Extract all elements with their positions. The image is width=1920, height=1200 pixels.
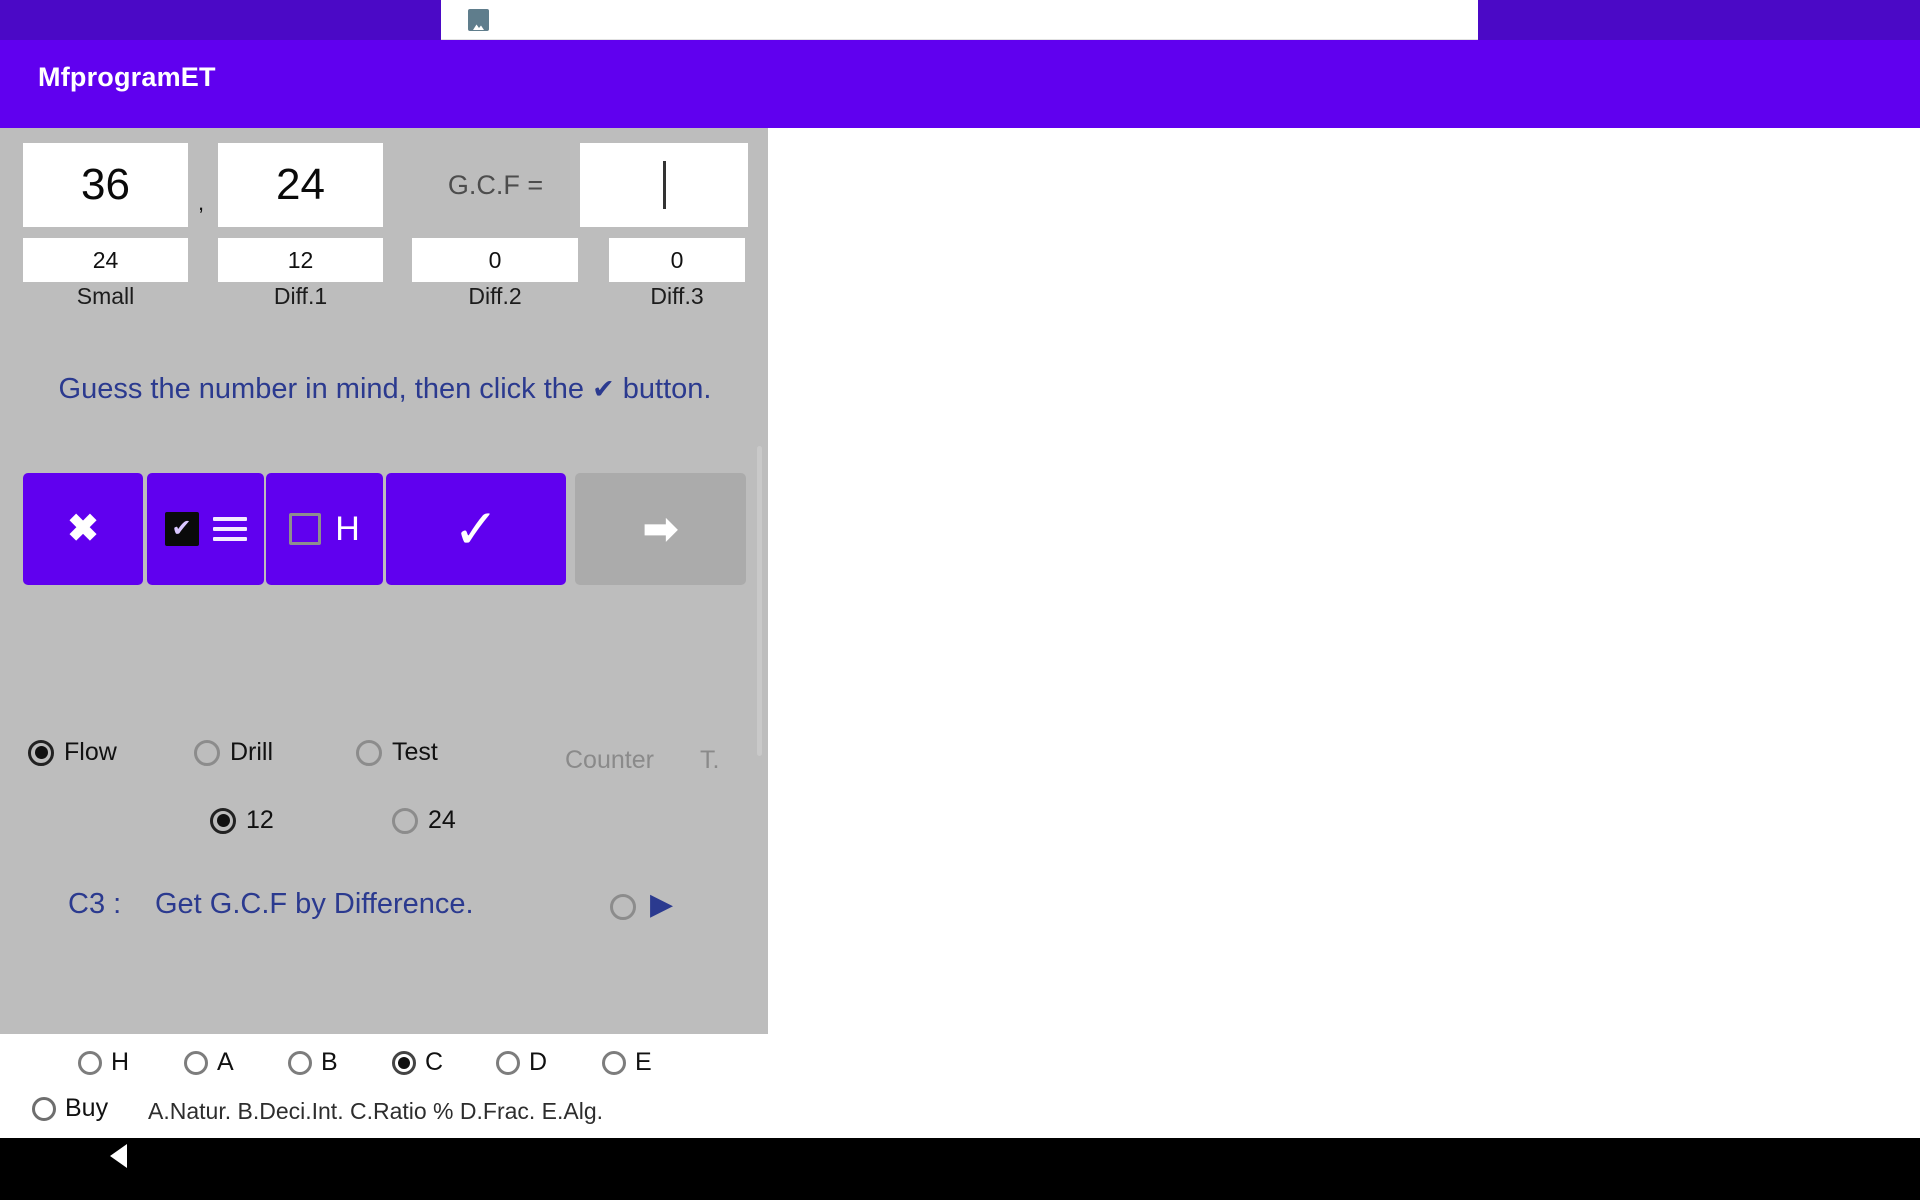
radio-indicator (288, 1050, 312, 1075)
android-system-bar: N (0, 1138, 1920, 1200)
label-diff1: Diff.1 (273, 283, 328, 309)
number-a-input[interactable]: 36 (23, 143, 188, 227)
image-icon (468, 9, 489, 31)
radio-indicator (28, 739, 54, 766)
radio-flow-label: Flow (64, 738, 117, 766)
count-radio-group: 12 24 (0, 806, 768, 850)
mode-radio-group: Flow Drill Test Counter T. (0, 738, 768, 782)
category-a-label: A (217, 1048, 234, 1076)
counter-t-label: T. (700, 746, 720, 774)
radio-indicator (356, 739, 382, 766)
radio-category-e[interactable]: E (602, 1048, 652, 1077)
hint-button[interactable]: H (266, 473, 383, 585)
radio-24-label: 24 (428, 806, 456, 834)
radio-indicator (210, 807, 236, 834)
category-h-label: H (111, 1048, 130, 1076)
counter-label: Counter (565, 746, 654, 774)
diff3-value-field[interactable]: 0 (609, 238, 745, 282)
arrow-right-icon: ➡ (642, 505, 679, 552)
lesson-row: C3 : Get G.C.F by Difference. ▶ (0, 888, 768, 934)
radio-category-c[interactable]: C (392, 1048, 443, 1077)
radio-drill[interactable]: Drill (194, 738, 273, 767)
checkbox-checked-icon: ✔ (164, 512, 199, 546)
instruction-text: Guess the number in mind, then click the… (30, 372, 740, 407)
radio-indicator (602, 1050, 626, 1075)
hamburger-icon (212, 517, 247, 541)
number-b-input[interactable]: 24 (218, 143, 383, 227)
diff2-value-field[interactable]: 0 (412, 238, 578, 282)
scrollbar[interactable] (757, 446, 762, 756)
label-small: Small (76, 283, 135, 309)
app-bar: MfprogramET (0, 40, 1920, 128)
small-value-field[interactable]: 24 (23, 238, 188, 282)
page-title: MfprogramET (38, 62, 216, 92)
radio-indicator (32, 1096, 56, 1121)
text-caret (662, 161, 666, 209)
next-button[interactable]: ➡ (575, 473, 746, 585)
radio-indicator (392, 807, 418, 834)
radio-indicator (392, 1050, 416, 1075)
lesson-title[interactable]: Get G.C.F by Difference. (155, 888, 474, 921)
lesson-radio[interactable] (610, 894, 636, 920)
comma-separator: , (198, 190, 205, 215)
play-icon[interactable]: ▶ (650, 887, 673, 922)
radio-indicator (184, 1050, 208, 1075)
category-d-label: D (529, 1048, 548, 1076)
radio-24[interactable]: 24 (392, 806, 456, 835)
instruction-line1: Guess the number in mind, then click the (58, 373, 585, 405)
radio-buy[interactable]: Buy (32, 1094, 108, 1123)
checkmark-glyph: ✔ (171, 515, 192, 542)
instruction-line2: button. (622, 373, 712, 405)
confirm-button[interactable]: ✓ (386, 473, 566, 585)
radio-category-a[interactable]: A (184, 1048, 234, 1077)
label-diff3: Diff.3 (650, 283, 704, 309)
category-b-label: B (321, 1048, 338, 1076)
label-diff2: Diff.2 (468, 283, 522, 309)
category-radio-group: H A B C D E (0, 1048, 768, 1086)
close-x-icon: ✖ (67, 508, 99, 550)
clear-button[interactable]: ✖ (23, 473, 143, 585)
radio-12-label: 12 (246, 806, 274, 834)
radio-drill-label: Drill (230, 738, 274, 766)
radio-category-h[interactable]: H (78, 1048, 129, 1077)
radio-indicator (194, 739, 220, 766)
radio-12[interactable]: 12 (210, 806, 274, 835)
buy-row: Buy A.Natur. B.Deci.Int. C.Ratio % D.Fra… (0, 1094, 768, 1132)
gcf-answer-input[interactable] (580, 143, 748, 227)
screen-root: MfprogramET 36 , 24 G.C.F = 24 12 0 0 Sm… (0, 0, 1920, 1200)
instruction-tick-icon: ✔ (592, 374, 615, 404)
radio-indicator (78, 1050, 102, 1075)
category-c-label: C (425, 1048, 444, 1076)
notification-card[interactable] (441, 0, 1478, 40)
bottom-navigation: H A B C D E Buy A.Natur. B.Deci.Int. C.R… (0, 1034, 1920, 1138)
diff1-value-field[interactable]: 12 (218, 238, 383, 282)
category-legend: A.Natur. B.Deci.Int. C.Ratio % D.Frac. E… (148, 1098, 604, 1124)
letter-h-label: H (335, 510, 360, 548)
status-bar (0, 0, 1920, 40)
radio-category-d[interactable]: D (496, 1048, 547, 1077)
app-content-panel: 36 , 24 G.C.F = 24 12 0 0 Small Diff.1 D… (0, 128, 768, 1034)
action-button-row: ✖ ✔ H ✓ ➡ (23, 473, 746, 585)
gcf-label: G.C.F = (447, 169, 544, 200)
checkbox-empty-icon (289, 513, 322, 545)
category-e-label: E (635, 1048, 652, 1076)
lesson-code: C3 : (68, 888, 122, 920)
radio-category-b[interactable]: B (288, 1048, 338, 1077)
radio-test[interactable]: Test (356, 738, 438, 767)
check-icon: ✓ (452, 497, 500, 560)
radio-indicator (496, 1050, 520, 1075)
buy-label: Buy (65, 1094, 109, 1122)
radio-flow[interactable]: Flow (28, 738, 117, 767)
radio-test-label: Test (392, 738, 438, 766)
list-toggle-button[interactable]: ✔ (147, 473, 264, 585)
